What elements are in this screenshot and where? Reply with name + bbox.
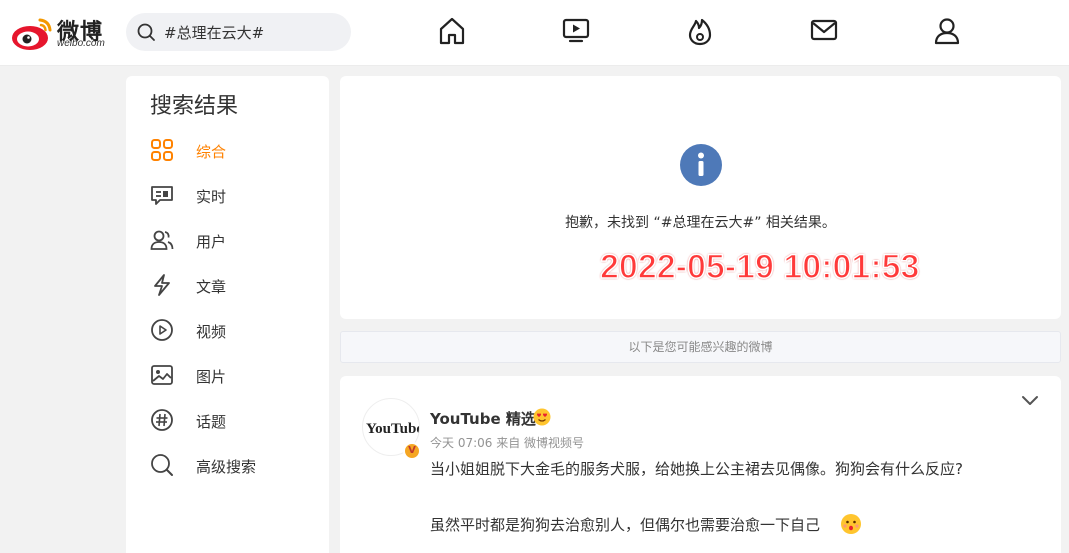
sidebar-item-images[interactable]: 图片 xyxy=(126,355,329,395)
sidebar-item-users[interactable]: 用户 xyxy=(126,220,329,260)
article-icon xyxy=(154,274,170,296)
sidebar-item-label: 综合 xyxy=(196,143,227,161)
weibo-eye-icon xyxy=(12,18,52,50)
sidebar-item-realtime[interactable]: 实时 xyxy=(126,175,329,215)
sidebar-item-label: 实时 xyxy=(196,188,227,206)
post-text-line: 当小姐姐脱下大金毛的服务犬服，给她换上公主裙去见偶像。狗狗会有什么反应? xyxy=(430,460,963,478)
search-box[interactable] xyxy=(126,13,351,51)
sidebar-item-label: 话题 xyxy=(196,413,227,431)
verified-badge-icon: V xyxy=(403,442,421,460)
users-icon xyxy=(150,230,174,250)
sidebar-item-label: 用户 xyxy=(196,233,227,251)
heart-eyes-emoji-icon xyxy=(533,408,551,426)
play-icon xyxy=(151,319,173,341)
sidebar-item-videos[interactable]: 视频 xyxy=(126,310,329,350)
timestamp-overlay: 2022-05-19 10:01:53 xyxy=(599,247,920,287)
sidebar-title: 搜索结果 xyxy=(150,94,239,119)
post-card: YouTube V YouTube 精选 今天 07:06 来自 微博视频号 当… xyxy=(340,376,1061,553)
sidebar-item-label: 视频 xyxy=(196,323,227,341)
post-author[interactable]: YouTube 精选 xyxy=(430,408,536,429)
sidebar-item-label: 文章 xyxy=(196,278,227,296)
home-icon[interactable] xyxy=(438,16,466,46)
search-sidebar: 搜索结果 综合 实时 用户 文章 视频 图片 话题 高级搜索 xyxy=(126,76,329,553)
info-icon xyxy=(680,144,722,186)
search-icon xyxy=(151,454,173,476)
image-icon xyxy=(151,365,173,385)
post-meta: 今天 07:06 来自 微博视频号 xyxy=(430,436,585,450)
realtime-icon xyxy=(151,186,173,205)
weibo-logo[interactable]: 微博 weibo.com xyxy=(10,12,115,52)
video-icon[interactable] xyxy=(562,16,590,46)
top-bar: 微博 weibo.com xyxy=(0,0,1069,66)
logo-domain: weibo.com xyxy=(57,38,105,49)
search-icon xyxy=(137,23,155,41)
sidebar-item-label: 高级搜索 xyxy=(196,458,257,476)
sidebar-item-articles[interactable]: 文章 xyxy=(126,265,329,305)
chevron-down-icon[interactable] xyxy=(1020,394,1040,408)
no-result-card: 抱歉，未找到 “#总理在云大#” 相关结果。 2022-05-19 10:01:… xyxy=(340,76,1061,319)
profile-icon[interactable] xyxy=(933,16,961,46)
no-result-message: 抱歉，未找到 “#总理在云大#” 相关结果。 xyxy=(565,215,836,231)
mail-icon[interactable] xyxy=(810,16,838,46)
grid-icon xyxy=(151,139,173,161)
hashtag-icon xyxy=(151,409,173,431)
sidebar-item-advanced-search[interactable]: 高级搜索 xyxy=(126,445,329,485)
thinking-emoji-icon xyxy=(841,514,861,534)
sidebar-item-comprehensive[interactable]: 综合 xyxy=(126,130,329,170)
hot-icon[interactable] xyxy=(686,16,714,46)
sidebar-item-topics[interactable]: 话题 xyxy=(126,400,329,440)
sidebar-item-label: 图片 xyxy=(196,368,227,386)
search-input[interactable] xyxy=(164,13,344,51)
recommendation-hint: 以下是您可能感兴趣的微博 xyxy=(340,331,1061,363)
post-text-line: 虽然平时都是狗狗去治愈别人，但偶尔也需要治愈一下自己 xyxy=(430,516,821,534)
